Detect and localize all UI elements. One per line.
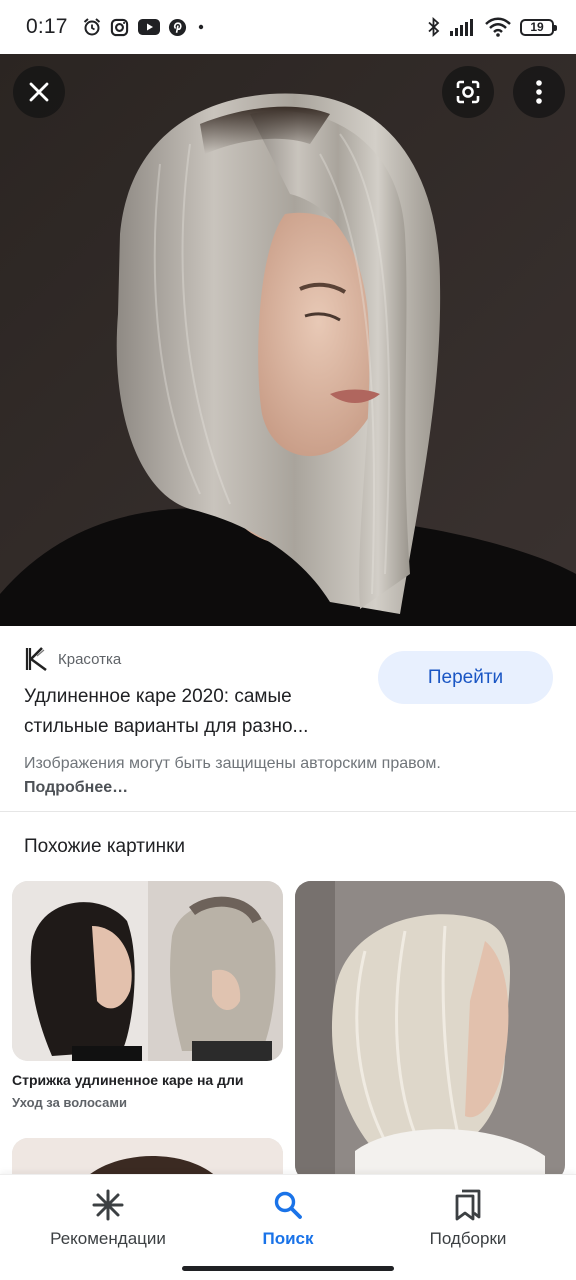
similar-image-thumbnail <box>12 881 283 1061</box>
pinterest-icon <box>168 17 188 37</box>
close-icon <box>29 82 49 102</box>
nav-collections[interactable]: Подборки <box>378 1187 558 1249</box>
bottom-navigation: Рекомендации Поиск Подборки <box>0 1174 576 1280</box>
bookmarks-icon <box>453 1187 483 1223</box>
result-title[interactable]: Удлиненное каре 2020: самые стильные вар… <box>24 682 354 742</box>
gesture-navigation-bar[interactable] <box>182 1266 394 1271</box>
close-button[interactable] <box>13 66 65 118</box>
status-right: 19 <box>427 17 557 37</box>
source-row[interactable]: Красотка <box>24 646 121 672</box>
google-images-viewer: 0:17 19 Красотка Удлиненное каре 2020: с… <box>0 0 576 1280</box>
signal-icon <box>450 17 476 37</box>
nav-label: Подборки <box>429 1229 507 1248</box>
wifi-icon <box>485 17 511 37</box>
similar-image-card[interactable] <box>12 881 283 1061</box>
status-time: 0:17 <box>26 15 68 38</box>
similar-image-thumbnail <box>295 881 565 1181</box>
nav-label: Поиск <box>262 1229 314 1248</box>
similar-heading: Похожие картинки <box>24 836 185 857</box>
main-image[interactable] <box>0 54 576 626</box>
alarm-icon <box>82 17 102 37</box>
battery-indicator: 19 <box>520 18 557 36</box>
notification-icons <box>82 17 206 37</box>
source-name: Красотка <box>58 650 122 668</box>
google-lens-button[interactable] <box>442 66 494 118</box>
learn-more-link[interactable]: Подробнее… <box>24 779 128 796</box>
source-logo-icon <box>24 646 50 672</box>
result-info: Красотка Удлиненное каре 2020: самые сти… <box>0 626 576 812</box>
nav-label: Рекомендации <box>50 1229 166 1248</box>
asterisk-icon <box>92 1187 124 1223</box>
nav-recommendations[interactable]: Рекомендации <box>18 1187 198 1249</box>
similar-card-caption[interactable]: Стрижка удлиненное каре на дли <box>12 1072 274 1088</box>
google-lens-icon <box>456 80 480 104</box>
nav-search[interactable]: Поиск <box>198 1187 378 1249</box>
status-left: 0:17 <box>26 15 206 39</box>
bluetooth-icon <box>427 17 441 37</box>
copyright-text: Изображения могут быть защищены авторски… <box>24 755 441 772</box>
similar-card-source: Уход за волосами <box>12 1095 127 1110</box>
dot-icon <box>196 17 206 37</box>
search-icon <box>273 1187 303 1223</box>
instagram-icon <box>110 17 130 37</box>
visit-button[interactable]: Перейти <box>378 651 553 704</box>
copyright-notice: Изображения могут быть защищены авторски… <box>24 752 474 800</box>
youtube-icon <box>137 17 160 37</box>
hairstyle-photo <box>0 54 576 626</box>
more-vert-icon <box>536 80 542 104</box>
similar-image-card[interactable] <box>295 881 565 1181</box>
more-options-button[interactable] <box>513 66 565 118</box>
status-bar: 0:17 19 <box>0 0 576 54</box>
